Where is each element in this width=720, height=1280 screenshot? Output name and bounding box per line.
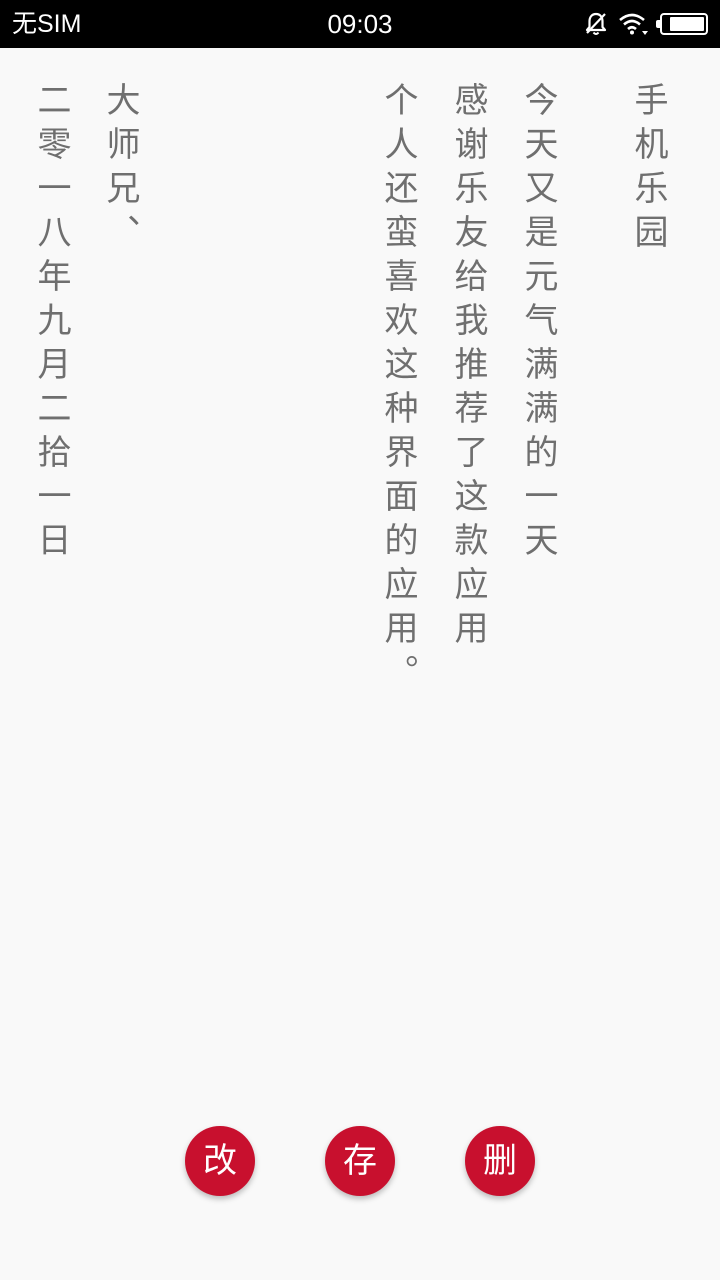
status-bar: 无SIM 09:03 xyxy=(0,0,720,48)
status-icons xyxy=(584,10,708,38)
note-body-line-1: 今天又是元气满满的一天 xyxy=(518,82,558,566)
wifi-icon xyxy=(618,12,650,36)
battery-icon xyxy=(656,13,708,35)
note-body-line-3: 个人还蛮喜欢这种界面的应用。 xyxy=(378,82,418,698)
delete-button[interactable]: 删 xyxy=(465,1126,535,1196)
note-date: 二零一八年九月二拾一日 xyxy=(31,82,71,566)
mute-bell-icon xyxy=(584,11,608,37)
note-body-line-2: 感谢乐友给我推荐了这款应用 xyxy=(448,82,488,654)
note-content: 手机乐园 今天又是元气满满的一天 感谢乐友给我推荐了这款应用 个人还蛮喜欢这种界… xyxy=(0,48,720,1280)
note-title: 手机乐园 xyxy=(628,82,668,258)
note-signature: 大师兄、 xyxy=(100,82,140,258)
save-button[interactable]: 存 xyxy=(325,1126,395,1196)
edit-button[interactable]: 改 xyxy=(185,1126,255,1196)
